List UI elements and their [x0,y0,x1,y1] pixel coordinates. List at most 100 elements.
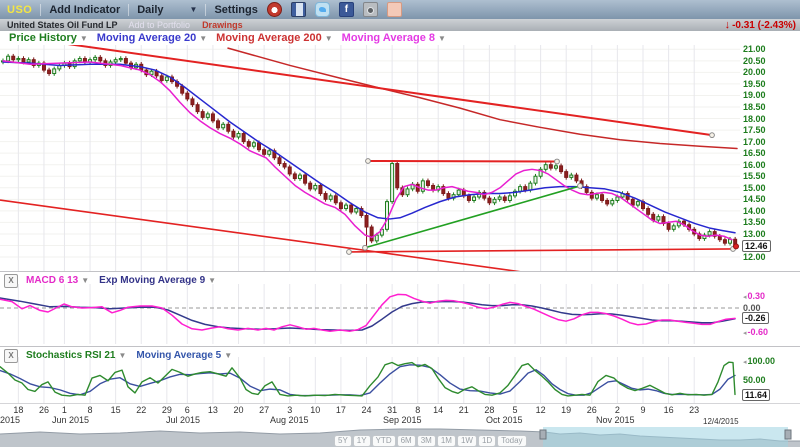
price-axis-label: 13.00 [743,229,766,239]
down-arrow-icon: ↓ [725,19,731,31]
date-tick-label: 8 [88,405,93,415]
date-tick-label: 13 [208,405,218,415]
last-price-box: 12.46 [742,240,771,252]
date-tick-label: 6 [185,405,190,415]
drawing-handle [366,159,371,164]
month-label: Jul 2015 [166,415,200,425]
date-tick-label: 3 [287,405,292,415]
price-axis-label: 16.00 [743,160,766,170]
price-chart [0,45,800,272]
range-button-today[interactable]: Today [497,435,526,447]
chevron-down-icon[interactable]: ▼ [438,34,446,43]
macd-signal-line [0,298,735,330]
stoch-current-box: 11.64 [742,389,770,401]
drawing-handle [347,250,352,255]
range-button-ytd[interactable]: YTD [372,435,396,447]
month-label: Jun 2015 [52,415,89,425]
range-button-1m[interactable]: 1M [437,435,456,447]
price-axis-label: 16.50 [743,148,766,158]
date-tick-label: 14 [433,405,443,415]
settings-button[interactable]: Settings [214,4,257,16]
chevron-down-icon[interactable]: ▼ [325,34,333,43]
price-axis-label: 14.50 [743,194,766,204]
stoch-ma5-line [0,365,735,396]
moving-average-20-dropdown[interactable]: Moving Average 20 [97,32,196,44]
macd-current-box: -0.26 [742,312,769,324]
symbol-info-bar: United States Oil Fund LP Add to Portfol… [0,19,800,31]
price-history-dropdown[interactable]: Price History [9,32,77,44]
divider [128,4,129,16]
add-to-portfolio-link[interactable]: Add to Portfolio [129,20,191,30]
last-price-marker [734,244,739,249]
macd-chart [0,272,800,347]
price-change-badge: ↓ -0.31 (-2.43%) [725,19,796,31]
drawing-handle [578,184,583,189]
book-icon[interactable] [291,2,306,17]
change-text: -0.31 (-2.43%) [732,20,796,31]
date-tick-label: 17 [336,405,346,415]
add-indicator-button[interactable]: Add Indicator [49,4,120,16]
drawing-handle [363,245,368,250]
month-label: 2015 [0,415,20,425]
date-tick-label: 22 [136,405,146,415]
price-axis-label: 15.50 [743,171,766,181]
range-button-6m[interactable]: 6M [397,435,416,447]
date-tick-label: 9 [640,405,645,415]
price-axis-label: 19.50 [743,79,766,89]
date-tick-label: 10 [310,405,320,415]
price-axis-label: 17.50 [743,125,766,135]
panel-divider [0,403,800,404]
chevron-down-icon[interactable]: ▼ [199,34,207,43]
range-button-1w[interactable]: 1W [457,435,477,447]
price-axis-label: 14.00 [743,206,766,216]
moving-average-8-dropdown[interactable]: Moving Average 8 [342,32,435,44]
price-axis-label: 21.00 [743,44,766,54]
range-handle[interactable] [540,430,546,439]
note-icon[interactable] [387,2,402,17]
twitter-icon[interactable] [315,2,330,17]
top-toolbar: USO Add Indicator Daily ▼ Settings f [0,0,800,20]
moving-average-200-dropdown[interactable]: Moving Average 200 [216,32,322,44]
indicator-legend-bar: Price History▼ Moving Average 20▼ Moving… [0,31,800,45]
selected-range[interactable] [543,427,788,447]
macd-axis-label: ◂-0.60 [743,327,768,337]
divider [205,4,206,16]
date-tick-label: 5 [512,405,517,415]
month-label: Oct 2015 [486,415,523,425]
alarm-icon[interactable] [267,2,282,17]
camera-icon[interactable] [363,2,378,17]
divider [40,4,41,16]
price-axis-label: 19.00 [743,90,766,100]
chevron-down-icon[interactable]: ▼ [190,5,198,14]
date-tick-label: 18 [13,405,23,415]
price-axis-label: 18.50 [743,102,766,112]
drawings-link[interactable]: Drawings [202,20,243,30]
macd-axis-label: ◂0.30 [743,291,765,301]
month-label: Nov 2015 [596,415,635,425]
date-tick-label: 21 [459,405,469,415]
date-tick-label: 31 [387,405,397,415]
range-button-3m[interactable]: 3M [417,435,436,447]
range-button-5y[interactable]: 5Y [334,435,352,447]
range-handle[interactable] [785,430,791,439]
stoch-line [0,362,735,396]
month-label: Sep 2015 [383,415,422,425]
price-axis-label: 12.00 [743,252,766,262]
price-axis-label: 13.50 [743,217,766,227]
date-tick-label: 12 [536,405,546,415]
date-tick-label: 1 [62,405,67,415]
stoch-axis-label: 50.00 [743,375,766,385]
range-button-1d[interactable]: 1D [478,435,496,447]
month-label: Aug 2015 [270,415,309,425]
date-tick-label: 15 [111,405,121,415]
charting-app: USO Add Indicator Daily ▼ Settings f Uni… [0,0,800,447]
range-button-1y[interactable]: 1Y [353,435,371,447]
date-tick-label: 29 [162,405,172,415]
symbol-label[interactable]: USO [7,4,32,16]
facebook-icon[interactable]: f [339,2,354,17]
timeframe-dropdown[interactable]: Daily [137,4,163,16]
date-tick-label: 19 [561,405,571,415]
chevron-down-icon[interactable]: ▼ [80,34,88,43]
company-name: United States Oil Fund LP [7,20,118,30]
zoom-range-buttons: 5Y1YYTD6M3M1M1W1DToday [334,435,528,447]
